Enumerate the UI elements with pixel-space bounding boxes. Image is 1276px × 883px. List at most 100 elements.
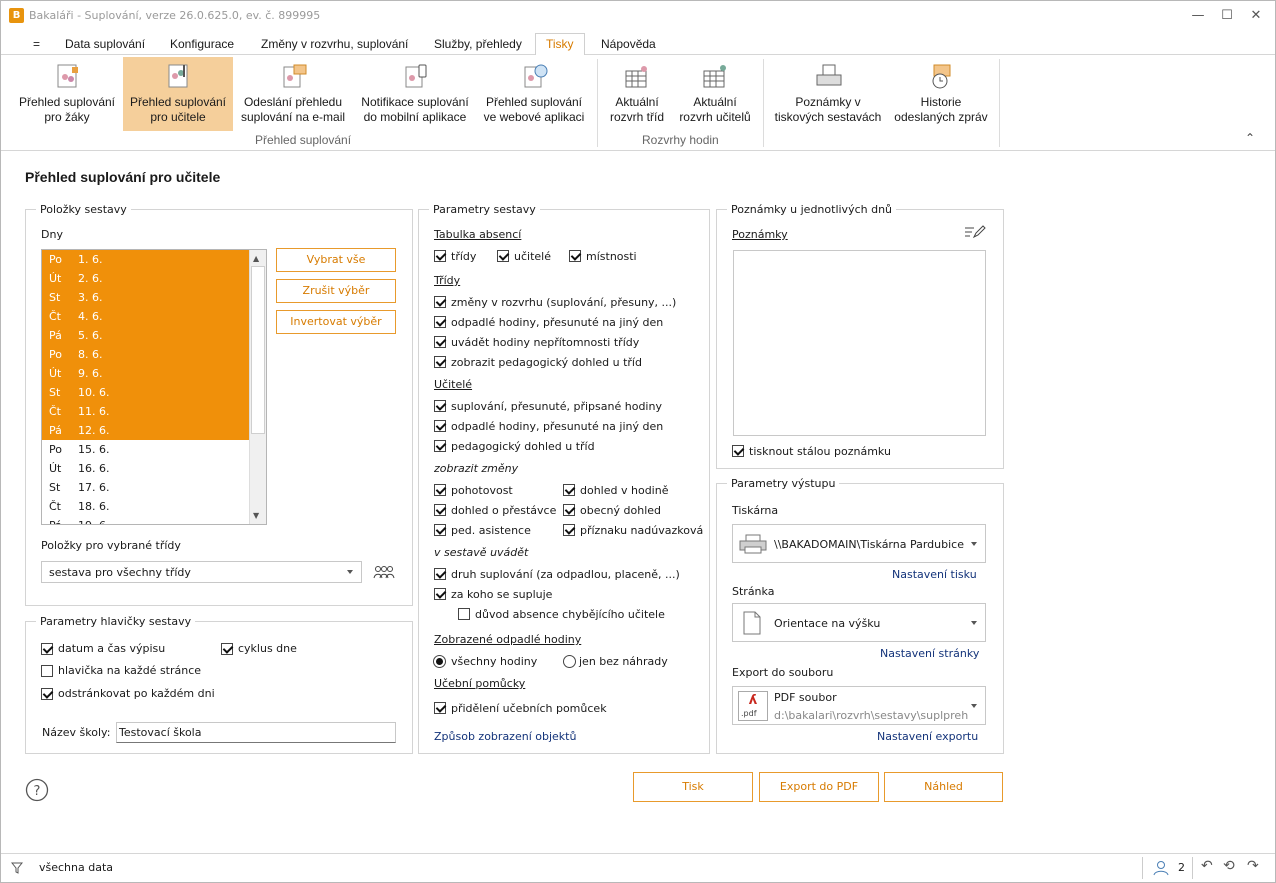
day-list-item[interactable]: Út 9. 6. [42,364,250,383]
ribbon-rozvrh-ucitelu-button[interactable]: Aktuální rozvrh učitelů [675,57,755,131]
tab-zmeny[interactable]: Změny v rozvrhu, suplování [259,34,410,55]
printer-select[interactable]: \\BAKADOMAIN\Tiskárna Pardubice [732,524,986,563]
header-each-page-checkbox[interactable] [41,665,53,677]
day-list-item[interactable]: St 17. 6. [42,478,250,497]
overtime-flag-checkbox[interactable] [563,524,575,536]
page-break-checkbox[interactable] [41,688,53,700]
export-format-select[interactable]: ʎ .pdf PDF soubor d:\bakalari\rozvrh\ses… [732,686,986,725]
export-pdf-button[interactable]: Export do PDF [759,772,879,802]
export-settings-link[interactable]: Nastavení exportu [877,730,978,743]
history-icon[interactable]: ⟲ [1223,858,1235,874]
day-list-item[interactable]: Pá 5. 6. [42,326,250,345]
invert-selection-button[interactable]: Invertovat výběr [276,310,396,334]
checkbox-label: suplování, přesunuté, připsané hodiny [451,400,662,413]
general-supervision-checkbox[interactable] [563,504,575,516]
abs-teachers-checkbox[interactable] [497,250,509,262]
day-name: Út [49,272,62,285]
days-scrollbar[interactable]: ▲ ▼ [249,250,266,524]
day-list-item[interactable]: Po 8. 6. [42,345,250,364]
scroll-thumb[interactable] [251,266,265,434]
ribbon-prehled-zaci-button[interactable]: Přehled suplování pro žáky [13,57,121,131]
tab-konfigurace[interactable]: Konfigurace [168,34,236,55]
cycle-checkbox[interactable] [221,643,233,655]
checkbox-label: třídy [451,250,477,263]
maximize-button[interactable]: ☐ [1212,5,1242,27]
day-list-item[interactable]: Čt 18. 6. [42,497,250,516]
page-settings-link[interactable]: Nastavení stránky [880,647,979,660]
teachers-supervision-checkbox[interactable] [434,440,446,452]
clear-selection-button[interactable]: Zrušit výběr [276,279,396,303]
teachers-dropped-checkbox[interactable] [434,420,446,432]
day-list-item[interactable]: St 3. 6. [42,288,250,307]
absence-reason-checkbox[interactable] [458,608,470,620]
day-date: 9. 6. [78,367,103,380]
break-supervision-checkbox[interactable] [434,504,446,516]
day-list-item[interactable]: Po 1. 6. [42,250,250,269]
date-time-checkbox[interactable] [41,643,53,655]
day-list-item[interactable]: Po 15. 6. [42,440,250,459]
scroll-up-icon[interactable]: ▲ [253,254,259,263]
tab-napoveda[interactable]: Nápověda [599,34,658,55]
menu-toggle[interactable]: = [31,34,42,55]
print-settings-link[interactable]: Nastavení tisku [892,568,977,581]
notes-textarea[interactable] [733,250,986,436]
print-fixed-note-checkbox[interactable] [732,445,744,457]
subst-type-checkbox[interactable] [434,568,446,580]
teaching-aids-checkbox[interactable] [434,702,446,714]
print-button[interactable]: Tisk [633,772,753,802]
abs-classes-checkbox[interactable] [434,250,446,262]
select-all-button[interactable]: Vybrat vše [276,248,396,272]
ribbon-prehled-ucitele-button[interactable]: Přehled suplování pro učitele [123,57,233,131]
display-objects-link[interactable]: Způsob zobrazení objektů [434,730,576,743]
classes-supervision-checkbox[interactable] [434,356,446,368]
classes-changes-checkbox[interactable] [434,296,446,308]
ribbon-notifikace-button[interactable]: Notifikace suplování do mobilní aplikace [355,57,475,131]
undo-icon[interactable]: ↶ [1201,858,1213,874]
day-list-item[interactable]: Čt 4. 6. [42,307,250,326]
day-list-item[interactable]: Pá 19. 6. [42,516,250,524]
redo-icon[interactable]: ↷ [1247,858,1259,874]
day-list-item[interactable]: Pá 12. 6. [42,421,250,440]
teachers-subst-checkbox[interactable] [434,400,446,412]
web-globe-icon [524,64,548,88]
ribbon-web-button[interactable]: Přehled suplování ve webové aplikaci [479,57,589,131]
ribbon-poznamky-button[interactable]: Poznámky v tiskových sestavách [769,57,887,131]
days-list[interactable]: Po 1. 6. Út 2. 6. St 3. 6. Čt 4. 6. Pá 5. 6. Po 8. … [41,249,267,525]
day-date: 16. 6. [78,462,110,475]
ribbon-odeslani-email-button[interactable]: Odeslání přehledu suplování na e-mail [235,57,351,131]
tab-sluzby[interactable]: Služby, přehledy [432,34,524,55]
subst-for-checkbox[interactable] [434,588,446,600]
minimize-button[interactable]: — [1183,5,1213,27]
school-name-input[interactable]: Testovací škola [116,722,396,743]
filter-icon[interactable] [11,862,23,874]
edit-pencil-icon[interactable] [964,224,986,240]
collapse-ribbon-icon[interactable]: ⌃ [1245,131,1255,145]
tab-tisky[interactable]: Tisky [535,33,585,56]
checkbox-label: datum a čas výpisu [58,642,166,655]
close-button[interactable]: ✕ [1241,5,1271,27]
classes-absence-checkbox[interactable] [434,336,446,348]
scroll-down-icon[interactable]: ▼ [253,511,259,520]
ped-assist-checkbox[interactable] [434,524,446,536]
classes-dropped-checkbox[interactable] [434,316,446,328]
lesson-supervision-checkbox[interactable] [563,484,575,496]
page-orientation-select[interactable]: Orientace na výšku [732,603,986,642]
day-list-item[interactable]: Čt 11. 6. [42,402,250,421]
tab-data-suplovani[interactable]: Data suplování [63,34,147,55]
all-lessons-radio[interactable] [433,655,446,668]
no-replacement-radio[interactable] [563,655,576,668]
standby-checkbox[interactable] [434,484,446,496]
day-date: 8. 6. [78,348,103,361]
help-icon[interactable]: ? [25,778,49,802]
ribbon-historie-button[interactable]: Historie odeslaných zpráv [891,57,991,131]
day-list-item[interactable]: St 10. 6. [42,383,250,402]
classes-group-icon[interactable] [373,564,395,580]
ribbon-rozvrh-trid-button[interactable]: Aktuální rozvrh tříd [603,57,671,131]
day-list-item[interactable]: Út 2. 6. [42,269,250,288]
abs-rooms-checkbox[interactable] [569,250,581,262]
printer-icon [739,534,767,554]
day-list-item[interactable]: Út 16. 6. [42,459,250,478]
checkbox-label: odpadlé hodiny, přesunuté na jiný den [451,316,664,329]
preview-button[interactable]: Náhled [884,772,1003,802]
class-items-select[interactable]: sestava pro všechny třídy [41,561,362,583]
